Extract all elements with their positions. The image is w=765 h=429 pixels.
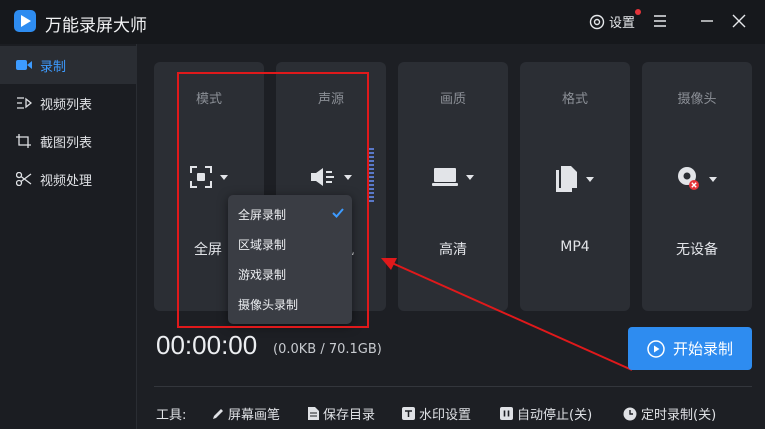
tool-label: 保存目录 bbox=[323, 408, 376, 423]
play-icon bbox=[647, 339, 665, 358]
tool-auto-stop[interactable]: 自动停止(关) bbox=[500, 404, 592, 423]
tool-screen-pen[interactable]: 屏幕画笔 bbox=[212, 404, 280, 423]
tool-watermark-settings[interactable]: 水印设置 bbox=[402, 404, 471, 423]
tool-scheduled-record[interactable]: 定时录制(关) bbox=[623, 404, 716, 423]
pen-icon bbox=[213, 408, 223, 419]
tool-label: 水印设置 bbox=[419, 408, 472, 423]
toolbar-label: 工具: bbox=[156, 408, 187, 423]
pause-icon bbox=[500, 407, 513, 420]
storage-size: (0.0KB / 70.1GB) bbox=[273, 342, 382, 357]
tool-label: 定时录制(关) bbox=[641, 408, 717, 423]
watermark-icon bbox=[402, 407, 415, 420]
clock-icon bbox=[623, 407, 637, 420]
tool-label: 自动停止(关) bbox=[517, 408, 593, 423]
start-record-button[interactable]: 开始录制 bbox=[628, 327, 752, 370]
document-icon bbox=[308, 407, 319, 420]
tool-label: 屏幕画笔 bbox=[228, 408, 281, 423]
record-timer: 00:00:00 bbox=[156, 330, 258, 360]
start-record-label: 开始录制 bbox=[672, 340, 733, 358]
divider bbox=[154, 386, 752, 387]
tool-save-directory[interactable]: 保存目录 bbox=[308, 404, 375, 423]
